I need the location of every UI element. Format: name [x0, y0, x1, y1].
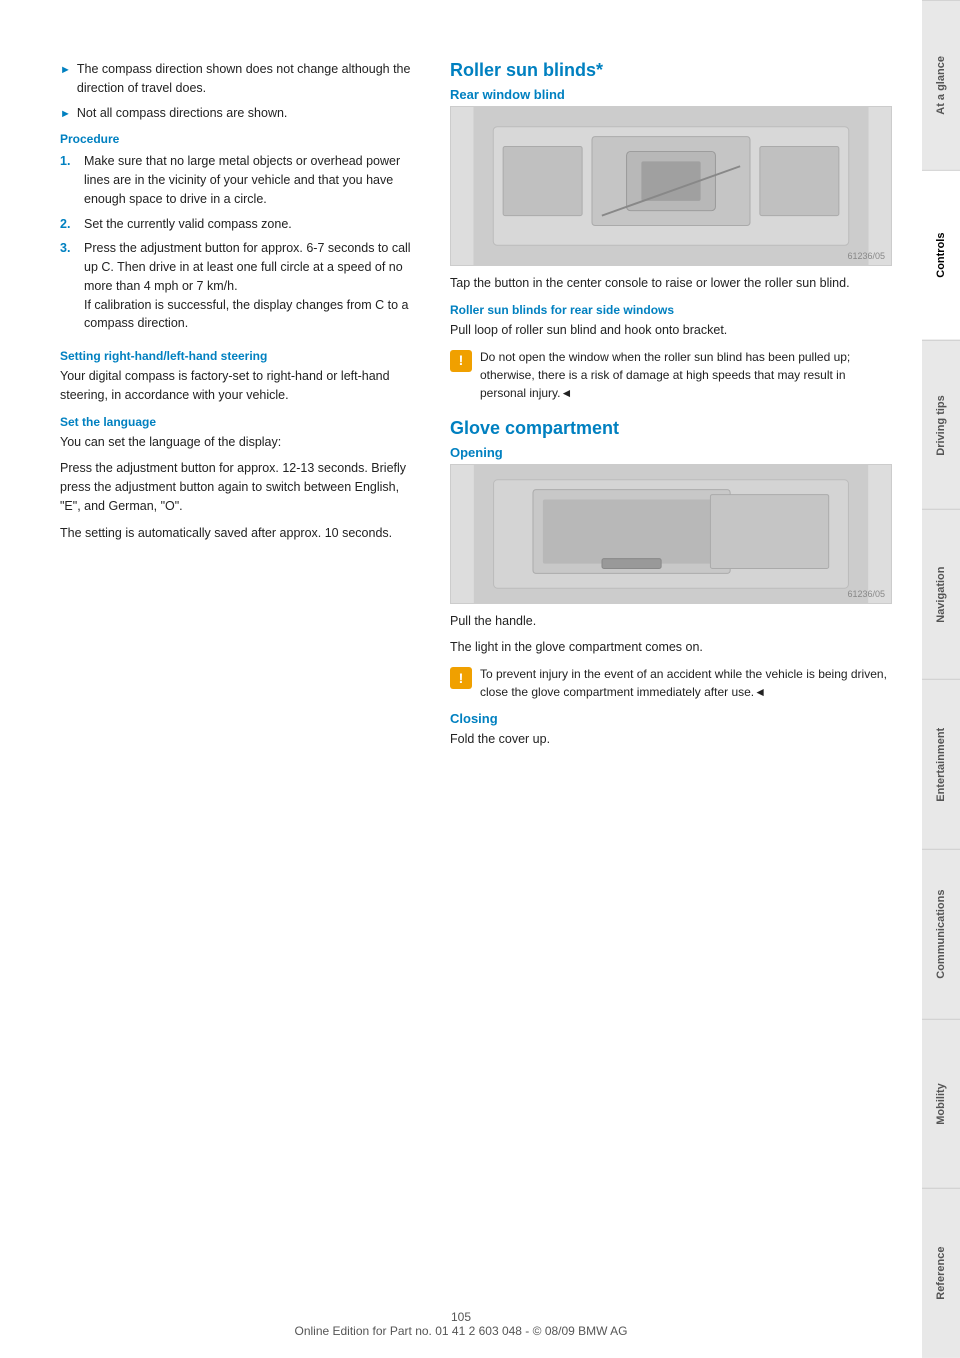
roller-sun-blinds-title: Roller sun blinds*: [450, 60, 892, 81]
procedure-title: Procedure: [60, 132, 420, 146]
bullet-text-1: The compass direction shown does not cha…: [77, 60, 420, 98]
opening-description-2: The light in the glove compartment comes…: [450, 638, 892, 657]
closing-description: Fold the cover up.: [450, 730, 892, 749]
image-watermark-1: 61236/05: [847, 251, 885, 261]
rear-side-description: Pull loop of roller sun blind and hook o…: [450, 321, 892, 340]
glove-warning-box: ! To prevent injury in the event of an a…: [450, 665, 892, 701]
bullet-text-2: Not all compass directions are shown.: [77, 104, 288, 123]
procedure-step-3: 3. Press the adjustment button for appro…: [60, 239, 420, 333]
setting-steering-body: Your digital compass is factory-set to r…: [60, 367, 420, 405]
warning-icon-2: !: [450, 667, 472, 689]
left-column: ► The compass direction shown does not c…: [60, 60, 420, 1318]
sidebar-tab-controls[interactable]: Controls: [922, 170, 960, 340]
image-watermark-2: 61236/05: [847, 589, 885, 599]
opening-description-1: Pull the handle.: [450, 612, 892, 631]
sidebar-tab-at-a-glance[interactable]: At a glance: [922, 0, 960, 170]
glove-compartment-svg: [451, 465, 891, 603]
copyright-text: Online Edition for Part no. 01 41 2 603 …: [294, 1324, 627, 1338]
roller-warning-text: Do not open the window when the roller s…: [480, 348, 892, 402]
set-language-title: Set the language: [60, 415, 420, 429]
warning-icon-1: !: [450, 350, 472, 372]
procedure-step-1: 1. Make sure that no large metal objects…: [60, 152, 420, 208]
bullet-item-1: ► The compass direction shown does not c…: [60, 60, 420, 98]
rear-side-subtitle: Roller sun blinds for rear side windows: [450, 303, 892, 317]
procedure-list: 1. Make sure that no large metal objects…: [60, 152, 420, 333]
bullet-item-2: ► Not all compass directions are shown.: [60, 104, 420, 123]
rear-window-description: Tap the button in the center console to …: [450, 274, 892, 293]
sidebar-tab-entertainment[interactable]: Entertainment: [922, 679, 960, 849]
setting-steering-title: Setting right-hand/left-hand steering: [60, 349, 420, 363]
bullet-arrow-icon: ►: [60, 62, 71, 79]
rear-window-image: 61236/05: [450, 106, 892, 266]
sidebar: At a glance Controls Driving tips Naviga…: [922, 0, 960, 1358]
set-language-body1: You can set the language of the display:: [60, 433, 420, 452]
glove-warning-text: To prevent injury in the event of an acc…: [480, 665, 892, 701]
rear-window-svg: [451, 107, 891, 265]
procedure-step-2: 2. Set the currently valid compass zone.: [60, 215, 420, 234]
sidebar-tab-driving-tips[interactable]: Driving tips: [922, 340, 960, 510]
glove-compartment-title: Glove compartment: [450, 418, 892, 439]
roller-warning-box: ! Do not open the window when the roller…: [450, 348, 892, 402]
page-number: 105: [451, 1310, 471, 1324]
opening-subtitle: Opening: [450, 445, 892, 460]
set-language-body3: The setting is automatically saved after…: [60, 524, 420, 543]
setting-steering-section: Setting right-hand/left-hand steering Yo…: [60, 349, 420, 405]
sidebar-tab-navigation[interactable]: Navigation: [922, 509, 960, 679]
set-language-section: Set the language You can set the languag…: [60, 415, 420, 543]
bullet-arrow-icon-2: ►: [60, 106, 71, 123]
page-footer: 105 Online Edition for Part no. 01 41 2 …: [0, 1310, 922, 1338]
sidebar-tab-reference[interactable]: Reference: [922, 1188, 960, 1358]
closing-subtitle: Closing: [450, 711, 892, 726]
rear-window-subtitle: Rear window blind: [450, 87, 892, 102]
set-language-body2: Press the adjustment button for approx. …: [60, 459, 420, 515]
right-column: Roller sun blinds* Rear window blind: [450, 60, 892, 1318]
sidebar-tab-mobility[interactable]: Mobility: [922, 1019, 960, 1189]
glove-compartment-image: 61236/05: [450, 464, 892, 604]
sidebar-tab-communications[interactable]: Communications: [922, 849, 960, 1019]
